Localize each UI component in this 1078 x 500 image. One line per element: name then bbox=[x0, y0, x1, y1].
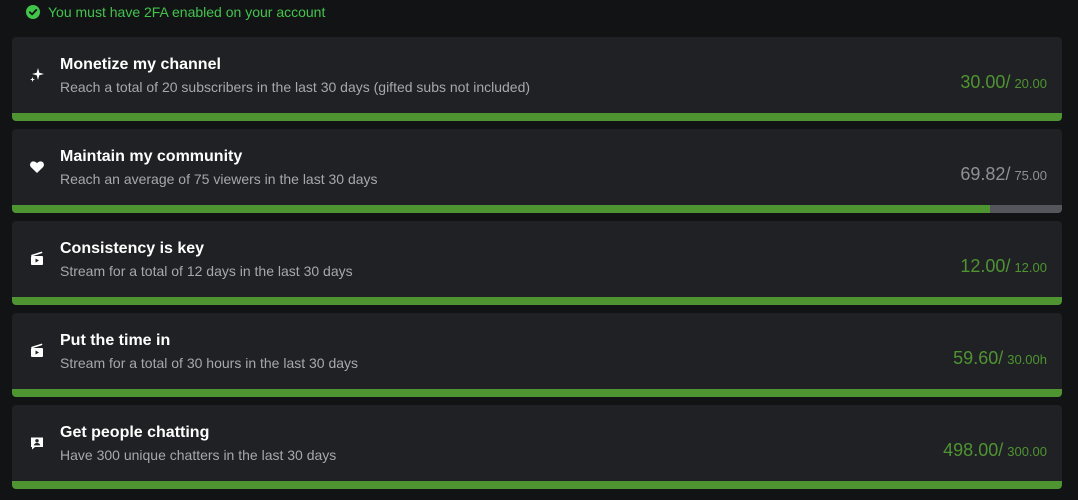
goal-title: Get people chatting bbox=[60, 424, 210, 441]
goal-target-value: 20.00 bbox=[1014, 76, 1047, 91]
goal-progress-value: 59.60 / 30.00h bbox=[953, 348, 1047, 369]
goal-progress-value: 498.00 / 300.00 bbox=[943, 440, 1047, 461]
goal-card-community: Maintain my community Reach an average o… bbox=[12, 129, 1062, 213]
check-circle-icon bbox=[26, 5, 40, 19]
goal-value-separator: / bbox=[998, 348, 1004, 368]
goal-progress-fill bbox=[12, 389, 1062, 397]
goal-current-value: 12.00 bbox=[960, 256, 1006, 276]
goal-progress-bar bbox=[12, 113, 1062, 121]
goal-title: Monetize my channel bbox=[60, 56, 221, 73]
twofa-requirement-text: You must have 2FA enabled on your accoun… bbox=[48, 4, 326, 20]
twofa-requirement-banner: You must have 2FA enabled on your accoun… bbox=[26, 2, 325, 22]
goal-current-value: 498.00 bbox=[943, 440, 999, 460]
goal-value-separator: / bbox=[1005, 164, 1011, 184]
goal-description: Have 300 unique chatters in the last 30 … bbox=[60, 447, 337, 463]
goal-progress-bar bbox=[12, 481, 1062, 489]
goal-progress-fill bbox=[12, 297, 1062, 305]
goal-current-value: 30.00 bbox=[960, 72, 1006, 92]
goal-card-time: Put the time in Stream for a total of 30… bbox=[12, 313, 1062, 397]
goal-description: Stream for a total of 30 hours in the la… bbox=[60, 355, 359, 371]
goal-title: Maintain my community bbox=[60, 148, 243, 165]
goal-current-value: 69.82 bbox=[960, 164, 1006, 184]
goal-description: Reach an average of 75 viewers in the la… bbox=[60, 171, 378, 187]
heart-icon bbox=[29, 159, 45, 175]
goal-progress-value: 69.82 / 75.00 bbox=[960, 164, 1047, 185]
goal-progress-value: 30.00 / 20.00 bbox=[960, 72, 1047, 93]
goal-value-separator: / bbox=[1005, 72, 1011, 92]
goal-progress-bar bbox=[12, 205, 1062, 213]
broadcast-icon bbox=[29, 343, 45, 359]
goal-description: Reach a total of 20 subscribers in the l… bbox=[60, 79, 531, 95]
broadcast-icon bbox=[29, 251, 45, 267]
goal-target-value: 12.00 bbox=[1014, 260, 1047, 275]
goal-card-consistency: Consistency is key Stream for a total of… bbox=[12, 221, 1062, 305]
goal-progress-value: 12.00 / 12.00 bbox=[960, 256, 1047, 277]
goal-value-separator: / bbox=[1005, 256, 1011, 276]
goal-title: Put the time in bbox=[60, 332, 171, 349]
goal-progress-fill bbox=[12, 113, 1062, 121]
goal-title: Consistency is key bbox=[60, 240, 205, 257]
goal-target-value: 300.00 bbox=[1007, 444, 1047, 459]
chat-user-icon bbox=[29, 435, 45, 451]
goal-description: Stream for a total of 12 days in the las… bbox=[60, 263, 353, 279]
goal-progress-bar bbox=[12, 297, 1062, 305]
goal-target-value: 30.00h bbox=[1007, 352, 1047, 367]
goal-card-monetize: Monetize my channel Reach a total of 20 … bbox=[12, 37, 1062, 121]
goal-current-value: 59.60 bbox=[953, 348, 999, 368]
goal-progress-bar bbox=[12, 389, 1062, 397]
goal-progress-fill bbox=[12, 205, 990, 213]
sparkles-icon bbox=[29, 67, 45, 83]
goal-card-chatting: Get people chatting Have 300 unique chat… bbox=[12, 405, 1062, 489]
goal-target-value: 75.00 bbox=[1014, 168, 1047, 183]
goal-progress-fill bbox=[12, 481, 1062, 489]
goal-value-separator: / bbox=[998, 440, 1004, 460]
